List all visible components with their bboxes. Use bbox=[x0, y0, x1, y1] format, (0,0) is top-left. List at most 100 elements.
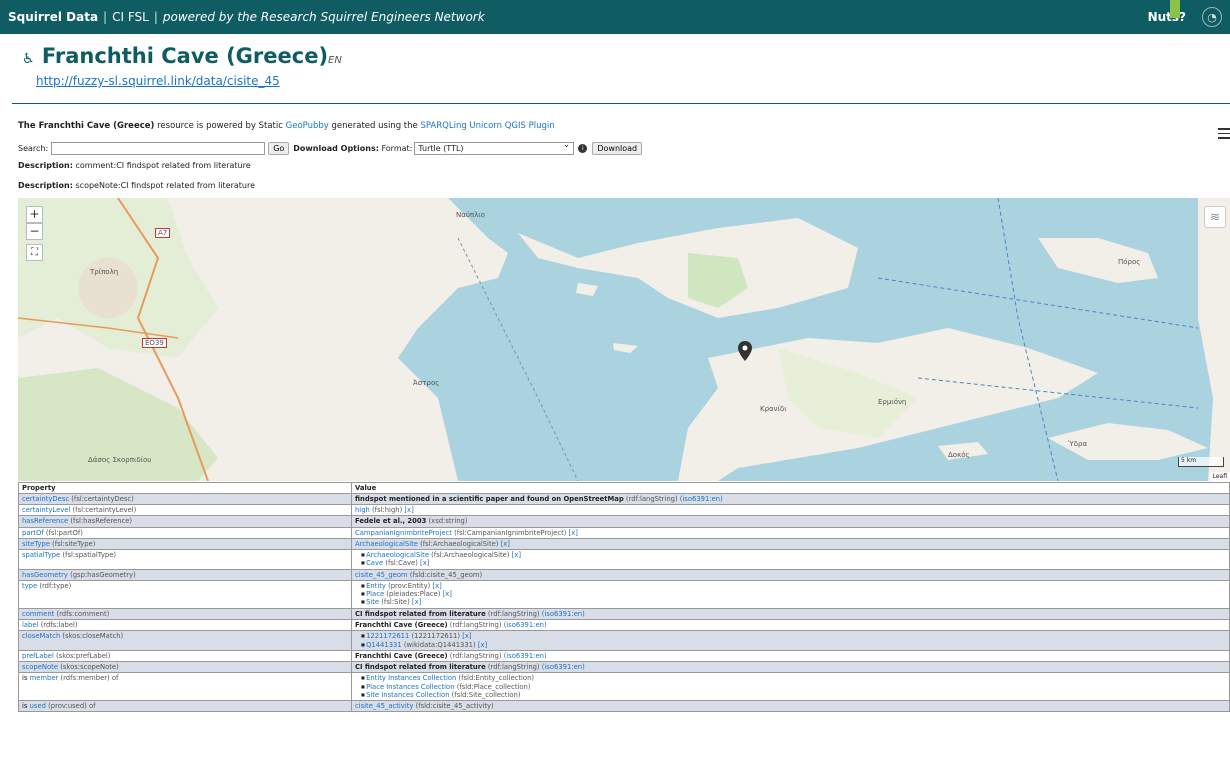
property-cell: spatialType (fsl:spatialType) bbox=[18, 549, 352, 570]
value-header: Value bbox=[351, 482, 1230, 494]
expand-link[interactable]: [x] bbox=[412, 599, 421, 607]
property-link[interactable]: comment bbox=[22, 610, 54, 618]
nuts-link[interactable]: Nuts? bbox=[1148, 10, 1186, 24]
expand-link[interactable]: [x] bbox=[462, 632, 471, 640]
zoom-in-button[interactable]: + bbox=[26, 206, 43, 223]
property-link[interactable]: label bbox=[22, 621, 38, 629]
property-link[interactable]: spatialType bbox=[22, 551, 60, 559]
property-link[interactable]: scopeNote bbox=[22, 663, 58, 671]
cave-icon: ♿ bbox=[22, 51, 35, 67]
property-link[interactable]: certaintyLevel bbox=[22, 506, 70, 514]
brand-link[interactable]: Squirrel Data bbox=[8, 10, 98, 24]
table-row: hasGeometry (gsp:hasGeometry) cisite_45_g… bbox=[18, 568, 1230, 581]
fullscreen-button[interactable]: ⛶ bbox=[26, 244, 43, 261]
property-link[interactable]: hasGeometry bbox=[22, 571, 68, 579]
lang-link[interactable]: (iso6391:en) bbox=[504, 621, 547, 629]
expand-link[interactable]: [x] bbox=[569, 529, 578, 537]
value-link[interactable]: Q1441331 bbox=[366, 641, 402, 649]
value-link[interactable]: Entity bbox=[366, 582, 386, 590]
expand-link[interactable]: [x] bbox=[404, 506, 413, 514]
property-cell: type (rdf:type) bbox=[18, 579, 352, 609]
expand-link[interactable]: [x] bbox=[501, 540, 510, 548]
property-link[interactable]: member bbox=[30, 674, 59, 682]
property-cell: prefLabel (skos:prefLabel) bbox=[18, 649, 352, 663]
powered-mid: resource is powered by Static bbox=[154, 121, 286, 131]
download-button[interactable]: Download bbox=[592, 141, 643, 155]
value-link[interactable]: Place Instances Collection bbox=[366, 683, 454, 691]
property-cell: partOf (fsl:partOf) bbox=[18, 526, 352, 539]
property-link[interactable]: closeMatch bbox=[22, 632, 60, 640]
value-link[interactable]: Cave bbox=[366, 559, 383, 567]
value-link[interactable]: 1221172611 bbox=[366, 632, 409, 640]
zoom-out-button[interactable]: − bbox=[26, 223, 43, 240]
value-cell: cisite_45_geom (fsld:cisite_45_geom) bbox=[351, 568, 1230, 581]
road-label: A7 bbox=[155, 228, 171, 238]
map-label: Δάσος Σκορπιδίου bbox=[88, 456, 152, 464]
search-input[interactable] bbox=[51, 141, 266, 155]
layers-icon[interactable]: ≋ bbox=[1204, 206, 1226, 228]
lang-link[interactable]: (iso6391:en) bbox=[542, 610, 585, 618]
property-link[interactable]: used bbox=[30, 702, 46, 710]
table-row: prefLabel (skos:prefLabel) Franchthi Cave… bbox=[18, 649, 1230, 663]
divider bbox=[12, 103, 1230, 104]
property-link[interactable]: prefLabel bbox=[22, 652, 54, 660]
value-cell: Entity Instances Collection (fsld:Entity… bbox=[351, 672, 1230, 702]
lang-link[interactable]: (iso6391:en) bbox=[504, 652, 547, 660]
leaflet-map[interactable]: + − ⛶ ≋ Τρίπολη Ναύπλιο Άστρος Κρανίδι Ε… bbox=[18, 198, 1230, 481]
separator: | bbox=[103, 10, 108, 24]
location-marker-icon[interactable] bbox=[738, 341, 752, 361]
squirrel-icon[interactable]: ◔ bbox=[1202, 7, 1222, 27]
project-name[interactable]: CI FSL bbox=[112, 10, 149, 24]
geopubby-link[interactable]: GeoPubby bbox=[286, 121, 329, 131]
value-link[interactable]: Site Instances Collection bbox=[366, 691, 449, 699]
lang-link[interactable]: (iso6391:en) bbox=[542, 663, 585, 671]
property-link[interactable]: partOf bbox=[22, 529, 44, 537]
lang-tag: EN bbox=[328, 55, 342, 66]
go-button[interactable]: Go bbox=[268, 141, 290, 155]
format-label: Format: bbox=[381, 143, 413, 153]
property-cell: hasReference (fsl:hasReference) bbox=[18, 515, 352, 528]
expand-link[interactable]: [x] bbox=[420, 559, 429, 567]
table-row: type (rdf:type)Entity (prov:Entity) [x]P… bbox=[18, 579, 1230, 609]
value-link[interactable]: ArchaeologicalSite bbox=[355, 540, 418, 548]
plugin-link[interactable]: SPARQLing Unicorn QGIS Plugin bbox=[420, 121, 554, 131]
menu-icon[interactable] bbox=[1218, 128, 1230, 142]
road-label: EO39 bbox=[142, 338, 167, 348]
map-label: Ύδρα bbox=[1068, 440, 1088, 448]
expand-link[interactable]: [x] bbox=[432, 582, 441, 590]
powered-resource: The Franchthi Cave (Greece) bbox=[18, 121, 155, 131]
property-cell: label (rdfs:label) bbox=[18, 618, 352, 632]
info-icon[interactable]: i bbox=[578, 143, 588, 153]
property-link[interactable]: hasReference bbox=[22, 517, 68, 525]
value-link[interactable]: Entity Instances Collection bbox=[366, 674, 456, 682]
attribution[interactable]: Leafl bbox=[1209, 472, 1230, 481]
property-cell: is used (prov:used) of bbox=[18, 700, 352, 713]
expand-link[interactable]: [x] bbox=[512, 551, 521, 559]
value-cell: CI findspot related from literature (rdf… bbox=[351, 661, 1230, 674]
value-link[interactable]: high bbox=[355, 506, 370, 514]
table-row: label (rdfs:label) Franchthi Cave (Greece… bbox=[18, 618, 1230, 632]
value-link[interactable]: Place bbox=[366, 590, 384, 598]
table-row: spatialType (fsl:spatialType) Archaeologi… bbox=[18, 549, 1230, 570]
expand-link[interactable]: [x] bbox=[478, 641, 487, 649]
value-link[interactable]: cisite_45_geom bbox=[355, 571, 408, 579]
resource-uri-link[interactable]: http://fuzzy-sl.squirrel.link/data/cisit… bbox=[36, 74, 280, 88]
property-table: Property Value certaintyDesc (fsl:certai… bbox=[18, 482, 1230, 713]
property-link[interactable]: type bbox=[22, 582, 37, 590]
value-link[interactable]: CampanianIgnimbriteProject bbox=[355, 529, 452, 537]
expand-link[interactable]: [x] bbox=[443, 590, 452, 598]
search-row: Search: Go Download Options: Format: Tur… bbox=[18, 140, 646, 155]
table-row: closeMatch (skos:closeMatch)1221172611 (… bbox=[18, 630, 1230, 651]
lang-link[interactable]: (iso6391:en) bbox=[680, 495, 723, 503]
value-cell: ArchaeologicalSite (fsl:ArchaeologicalSi… bbox=[351, 537, 1230, 551]
map-label: Ναύπλιο bbox=[456, 211, 485, 219]
format-select[interactable]: Turtle (TTL) bbox=[414, 140, 575, 155]
value-link[interactable]: cisite_45_activity bbox=[355, 702, 413, 710]
value-link[interactable]: Site bbox=[366, 599, 379, 607]
value-cell: CampanianIgnimbriteProject (fsl:Campania… bbox=[351, 526, 1230, 539]
value-link[interactable]: ArchaeologicalSite bbox=[366, 551, 429, 559]
property-cell: scopeNote (skos:scopeNote) bbox=[18, 661, 352, 674]
property-link[interactable]: certaintyDesc bbox=[22, 495, 69, 503]
property-cell: closeMatch (skos:closeMatch) bbox=[18, 630, 352, 651]
property-link[interactable]: siteType bbox=[22, 540, 50, 548]
